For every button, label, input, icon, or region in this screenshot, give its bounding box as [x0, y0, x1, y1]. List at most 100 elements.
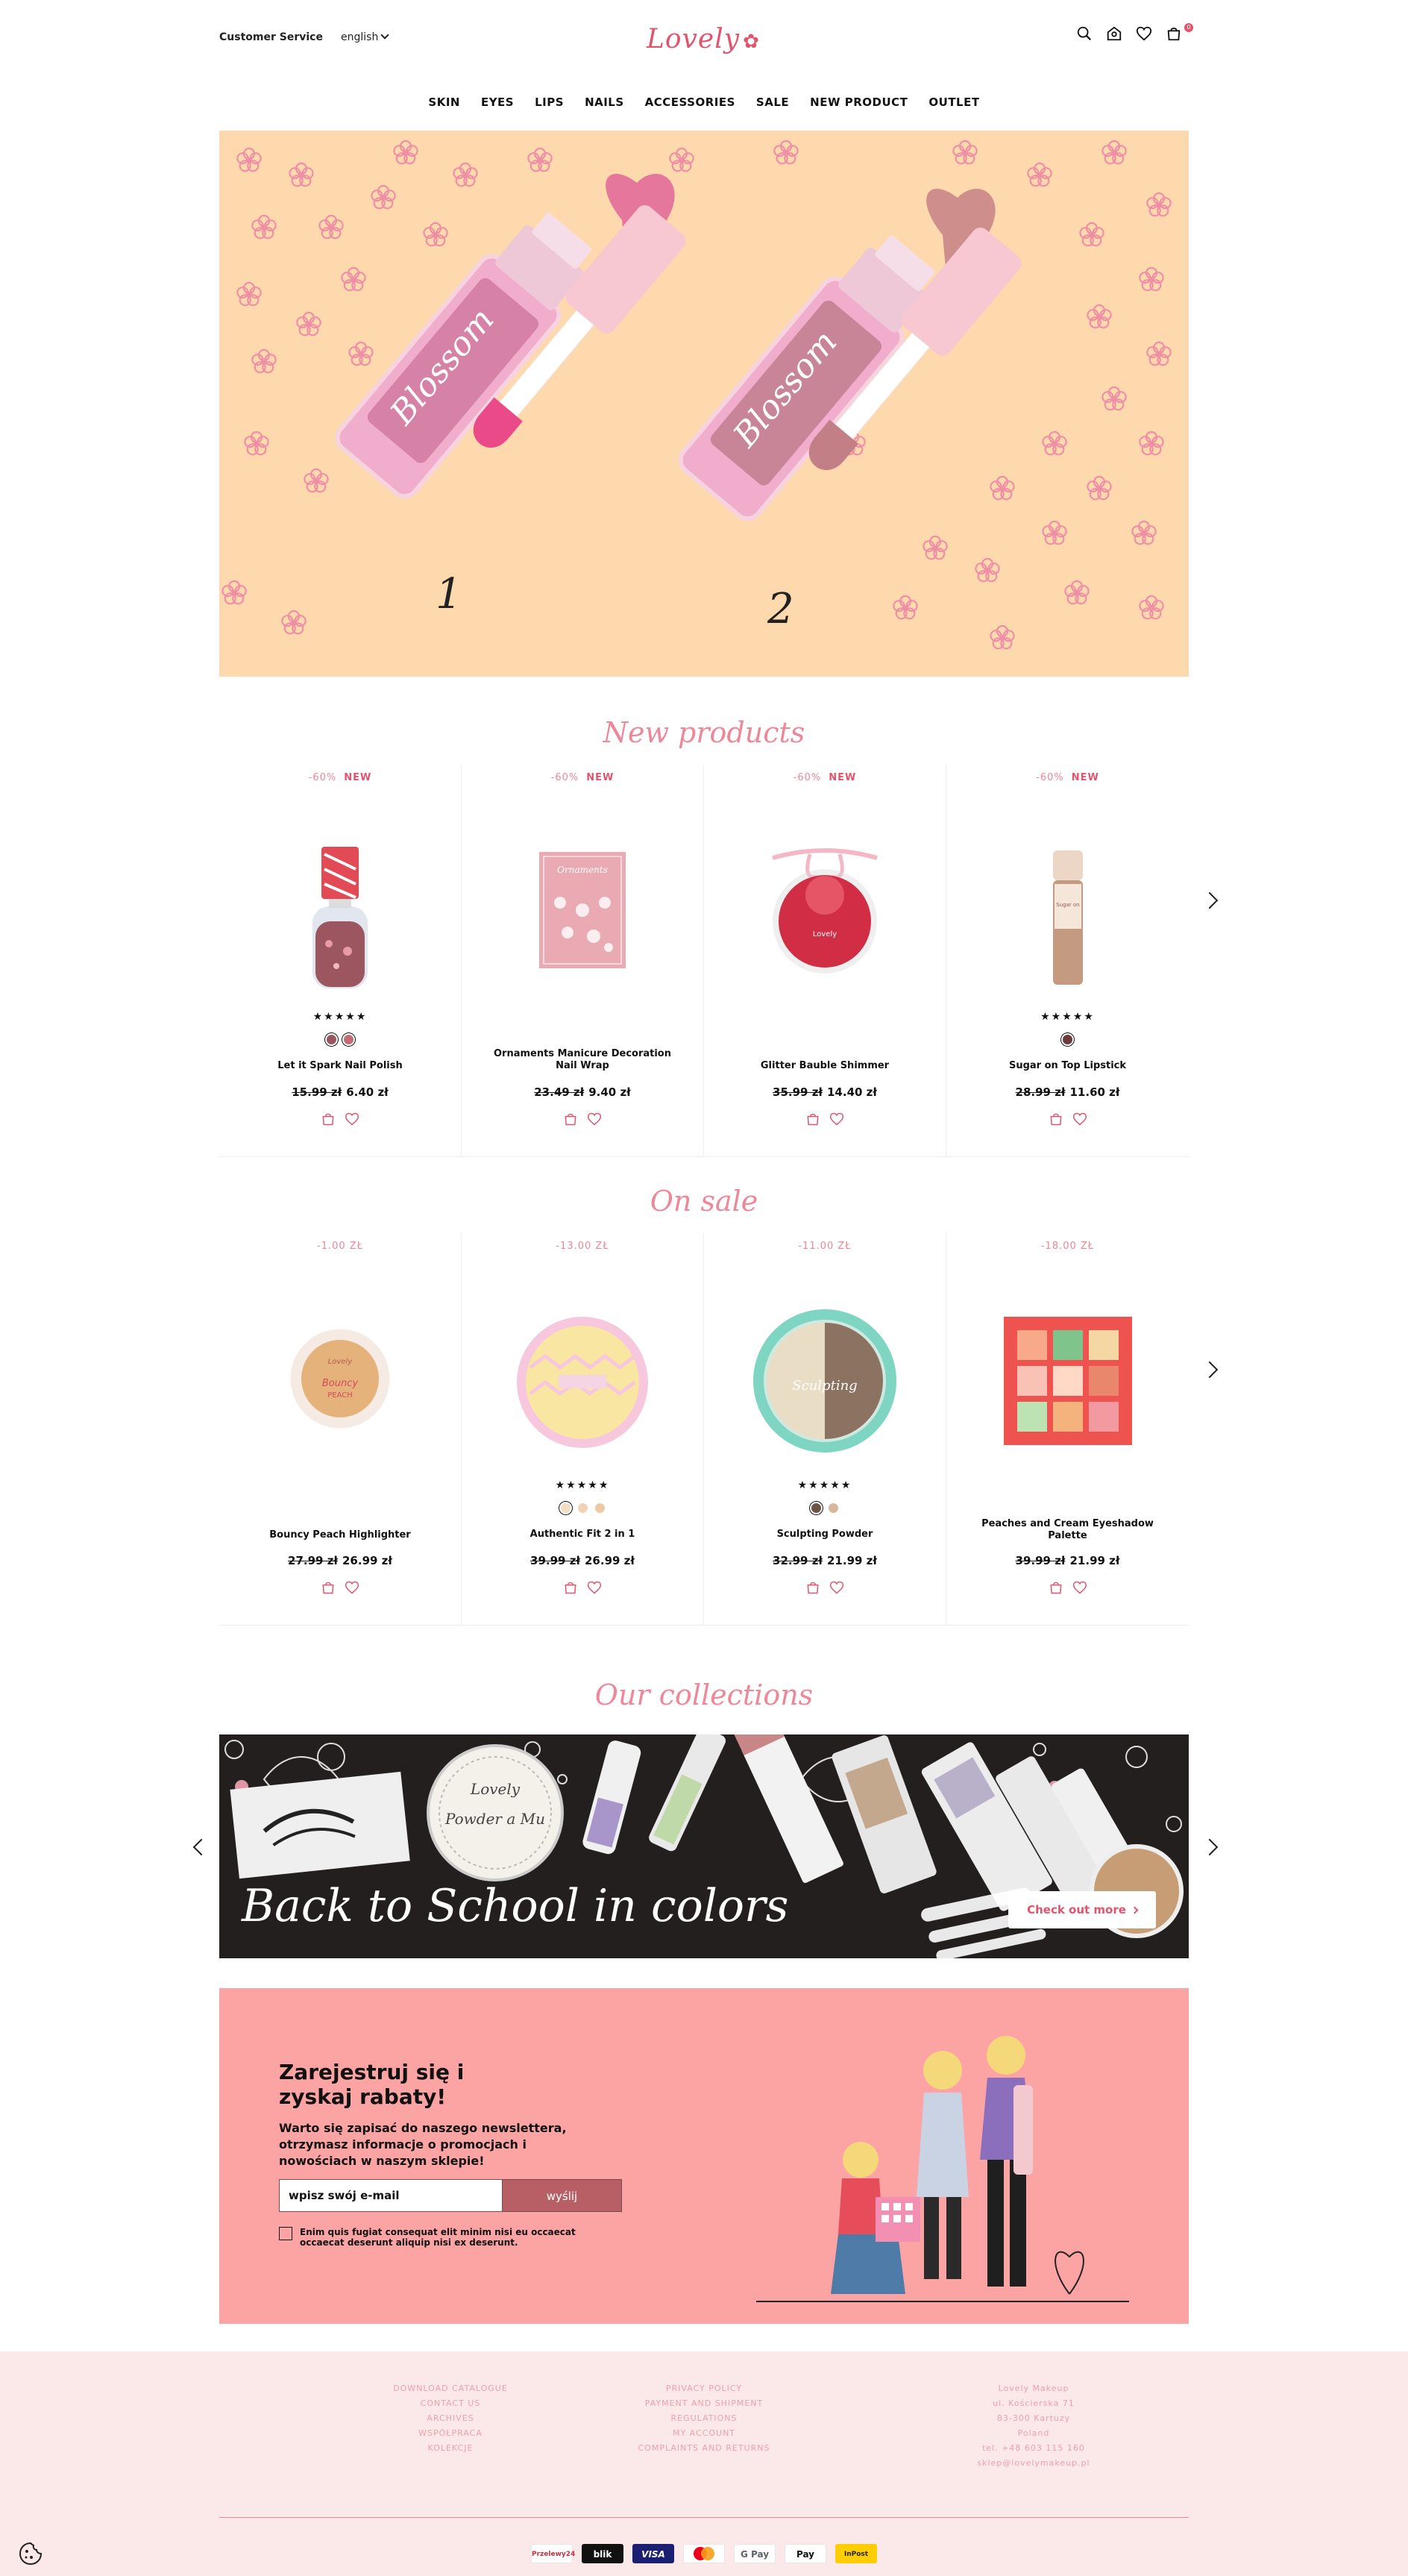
site-header: Customer Service english Lovely ✿ 0 [0, 0, 1408, 75]
discount-badge: -18.00 ZŁ [1040, 1241, 1095, 1252]
footer-link[interactable]: MY ACCOUNT [547, 2426, 861, 2441]
product-image[interactable] [1002, 1315, 1134, 1447]
footer-link[interactable]: COMPLAINTS AND RETURNS [547, 2441, 861, 2456]
color-swatch[interactable] [810, 1502, 823, 1514]
on-sale-next-arrow[interactable] [1201, 1361, 1219, 1379]
cookie-icon[interactable] [18, 2541, 43, 2566]
visa-logo: VISA [632, 2544, 674, 2563]
product-image[interactable] [307, 839, 374, 996]
apple-pay-label: Pay [796, 2549, 815, 2560]
product-image[interactable]: Sugar on [1046, 847, 1090, 988]
wishlist-icon[interactable] [1072, 1112, 1087, 1126]
add-to-cart-icon[interactable] [1049, 1112, 1063, 1126]
product-image[interactable]: Lovely [758, 839, 892, 981]
mastercard-logo: mastercard [683, 2544, 725, 2563]
color-swatch[interactable] [576, 1502, 589, 1514]
product-name[interactable]: Authentic Fit 2 in 1 [462, 1529, 703, 1541]
current-price: 6.40 zł [346, 1085, 389, 1099]
product-card[interactable]: -1.00 ZŁ Lovely Bouncy PEACH Bouncy Peac… [219, 1233, 462, 1625]
product-card[interactable]: -11.00 ZŁ Sculpting ★★★★★ Sculpting Powd… [704, 1233, 946, 1625]
discount-badge: -60% [550, 772, 579, 783]
product-card[interactable]: -60% NEW Ornaments Ornaments Manicure Dec… [462, 765, 704, 1156]
subscribe-button[interactable]: wyślij [503, 2179, 622, 2212]
color-swatch[interactable] [827, 1502, 840, 1514]
add-to-cart-icon[interactable] [563, 1580, 578, 1595]
product-name[interactable]: Sugar on Top Lipstick [946, 1060, 1189, 1072]
current-price: 9.40 zł [588, 1085, 631, 1099]
hero-banner[interactable]: Blossom Blossom 1 2 [219, 131, 1189, 677]
wishlist-icon[interactable] [829, 1580, 844, 1595]
wishlist-icon[interactable] [1072, 1580, 1087, 1595]
wishlist-icon[interactable] [587, 1580, 602, 1595]
nav-sale[interactable]: SALE [756, 95, 789, 109]
product-name[interactable]: Peaches and Cream Eyeshadow Palette [946, 1518, 1189, 1542]
cart-count-badge: 0 [1184, 23, 1193, 32]
consent-checkbox[interactable] [279, 2227, 292, 2240]
product-image[interactable]: Lovely Bouncy PEACH [288, 1326, 392, 1431]
store-icon[interactable] [1106, 25, 1122, 42]
wishlist-icon[interactable] [345, 1112, 359, 1126]
color-swatch[interactable] [593, 1502, 606, 1514]
add-to-cart-icon[interactable] [563, 1112, 578, 1126]
rating-stars: ★★★★★ [1040, 1011, 1095, 1023]
phone[interactable]: tel. +48 603 115 160 [877, 2441, 1190, 2456]
product-card[interactable]: -60% NEW ★★★★★ Let it Spark Nail Polish 1… [219, 765, 462, 1156]
language-selector[interactable]: english [341, 31, 389, 43]
footer-address: Lovely Makeup ul. Kościerska 71 83-300 K… [877, 2381, 1190, 2471]
footer-link[interactable]: PAYMENT AND SHIPMENT [547, 2396, 861, 2411]
product-card[interactable]: -60% NEW Sugar on ★★★★★ Sugar on Top Lips… [946, 765, 1189, 1156]
new-products-next-arrow[interactable] [1201, 891, 1219, 909]
flower-icon: ✿ [743, 31, 760, 53]
product-card[interactable]: -13.00 ZŁ ★★★★★ Authentic Fit 2 in 1 39.… [462, 1233, 704, 1625]
color-swatch[interactable] [559, 1502, 572, 1514]
hero-image: Blossom Blossom 1 2 [221, 140, 1172, 650]
color-swatch[interactable] [325, 1033, 338, 1046]
add-to-cart-icon[interactable] [805, 1580, 820, 1595]
logo[interactable]: Lovely ✿ [647, 24, 760, 54]
rating-stars: ★★★★★ [555, 1479, 610, 1491]
email-field[interactable]: wpisz swój e-mail [279, 2179, 503, 2212]
nav-skin[interactable]: SKIN [428, 95, 460, 109]
old-price: 39.99 zł [1015, 1554, 1066, 1567]
product-name[interactable]: Ornaments Manicure Decoration Nail Wrap [462, 1048, 703, 1072]
add-to-cart-icon[interactable] [321, 1580, 336, 1595]
product-name[interactable]: Glitter Bauble Shimmer [704, 1060, 946, 1072]
nav-nails[interactable]: NAILS [585, 95, 624, 109]
add-to-cart-icon[interactable] [1049, 1580, 1063, 1595]
footer-link[interactable]: PRIVACY POLICY [547, 2381, 861, 2396]
bag-icon[interactable] [1166, 25, 1182, 42]
product-name[interactable]: Bouncy Peach Highlighter [219, 1529, 461, 1541]
address-city: 83-300 Kartuzy [996, 2413, 1071, 2423]
heart-icon[interactable] [1136, 25, 1152, 42]
collections-prev-arrow[interactable] [192, 1838, 210, 1856]
hero-number-2: 2 [767, 585, 794, 633]
wishlist-icon[interactable] [345, 1580, 359, 1595]
add-to-cart-icon[interactable] [321, 1112, 336, 1126]
product-image[interactable] [515, 1315, 650, 1450]
color-swatch[interactable] [342, 1033, 355, 1046]
wishlist-icon[interactable] [829, 1112, 844, 1126]
product-card[interactable]: -60% NEW Lovely Glitter Bauble Shimmer 35… [704, 765, 946, 1156]
color-swatch[interactable] [1061, 1033, 1074, 1046]
collections-next-arrow[interactable] [1201, 1838, 1219, 1856]
product-image[interactable]: Sculpting [752, 1308, 898, 1454]
product-card[interactable]: -18.00 ZŁ Peaches and Cream Eyeshadow Pa… [946, 1233, 1189, 1625]
product-name[interactable]: Let it Spark Nail Polish [219, 1060, 461, 1072]
nav-lips[interactable]: LIPS [535, 95, 564, 109]
collection-banner[interactable]: Lovely Powder a Mu Back to School in col… [219, 1734, 1189, 1958]
search-icon[interactable] [1076, 25, 1093, 42]
add-to-cart-icon[interactable] [805, 1112, 820, 1126]
email-link[interactable]: sklep@lovelymakeup.pl [877, 2456, 1190, 2471]
nav-new-product[interactable]: NEW PRODUCT [810, 95, 908, 109]
nav-accessories[interactable]: ACCESSORIES [645, 95, 735, 109]
product-image[interactable]: Ornaments [538, 850, 627, 970]
new-badge: NEW [586, 772, 615, 783]
wishlist-icon[interactable] [587, 1112, 602, 1126]
customer-service-link[interactable]: Customer Service [219, 31, 323, 43]
footer-link[interactable]: REGULATIONS [547, 2411, 861, 2426]
compact-brand: Lovely [470, 1780, 521, 1798]
product-name[interactable]: Sculpting Powder [704, 1529, 946, 1541]
nav-eyes[interactable]: EYES [481, 95, 514, 109]
nav-outlet[interactable]: OUTLET [928, 95, 979, 109]
check-out-more-button[interactable]: Check out more [1008, 1891, 1156, 1928]
